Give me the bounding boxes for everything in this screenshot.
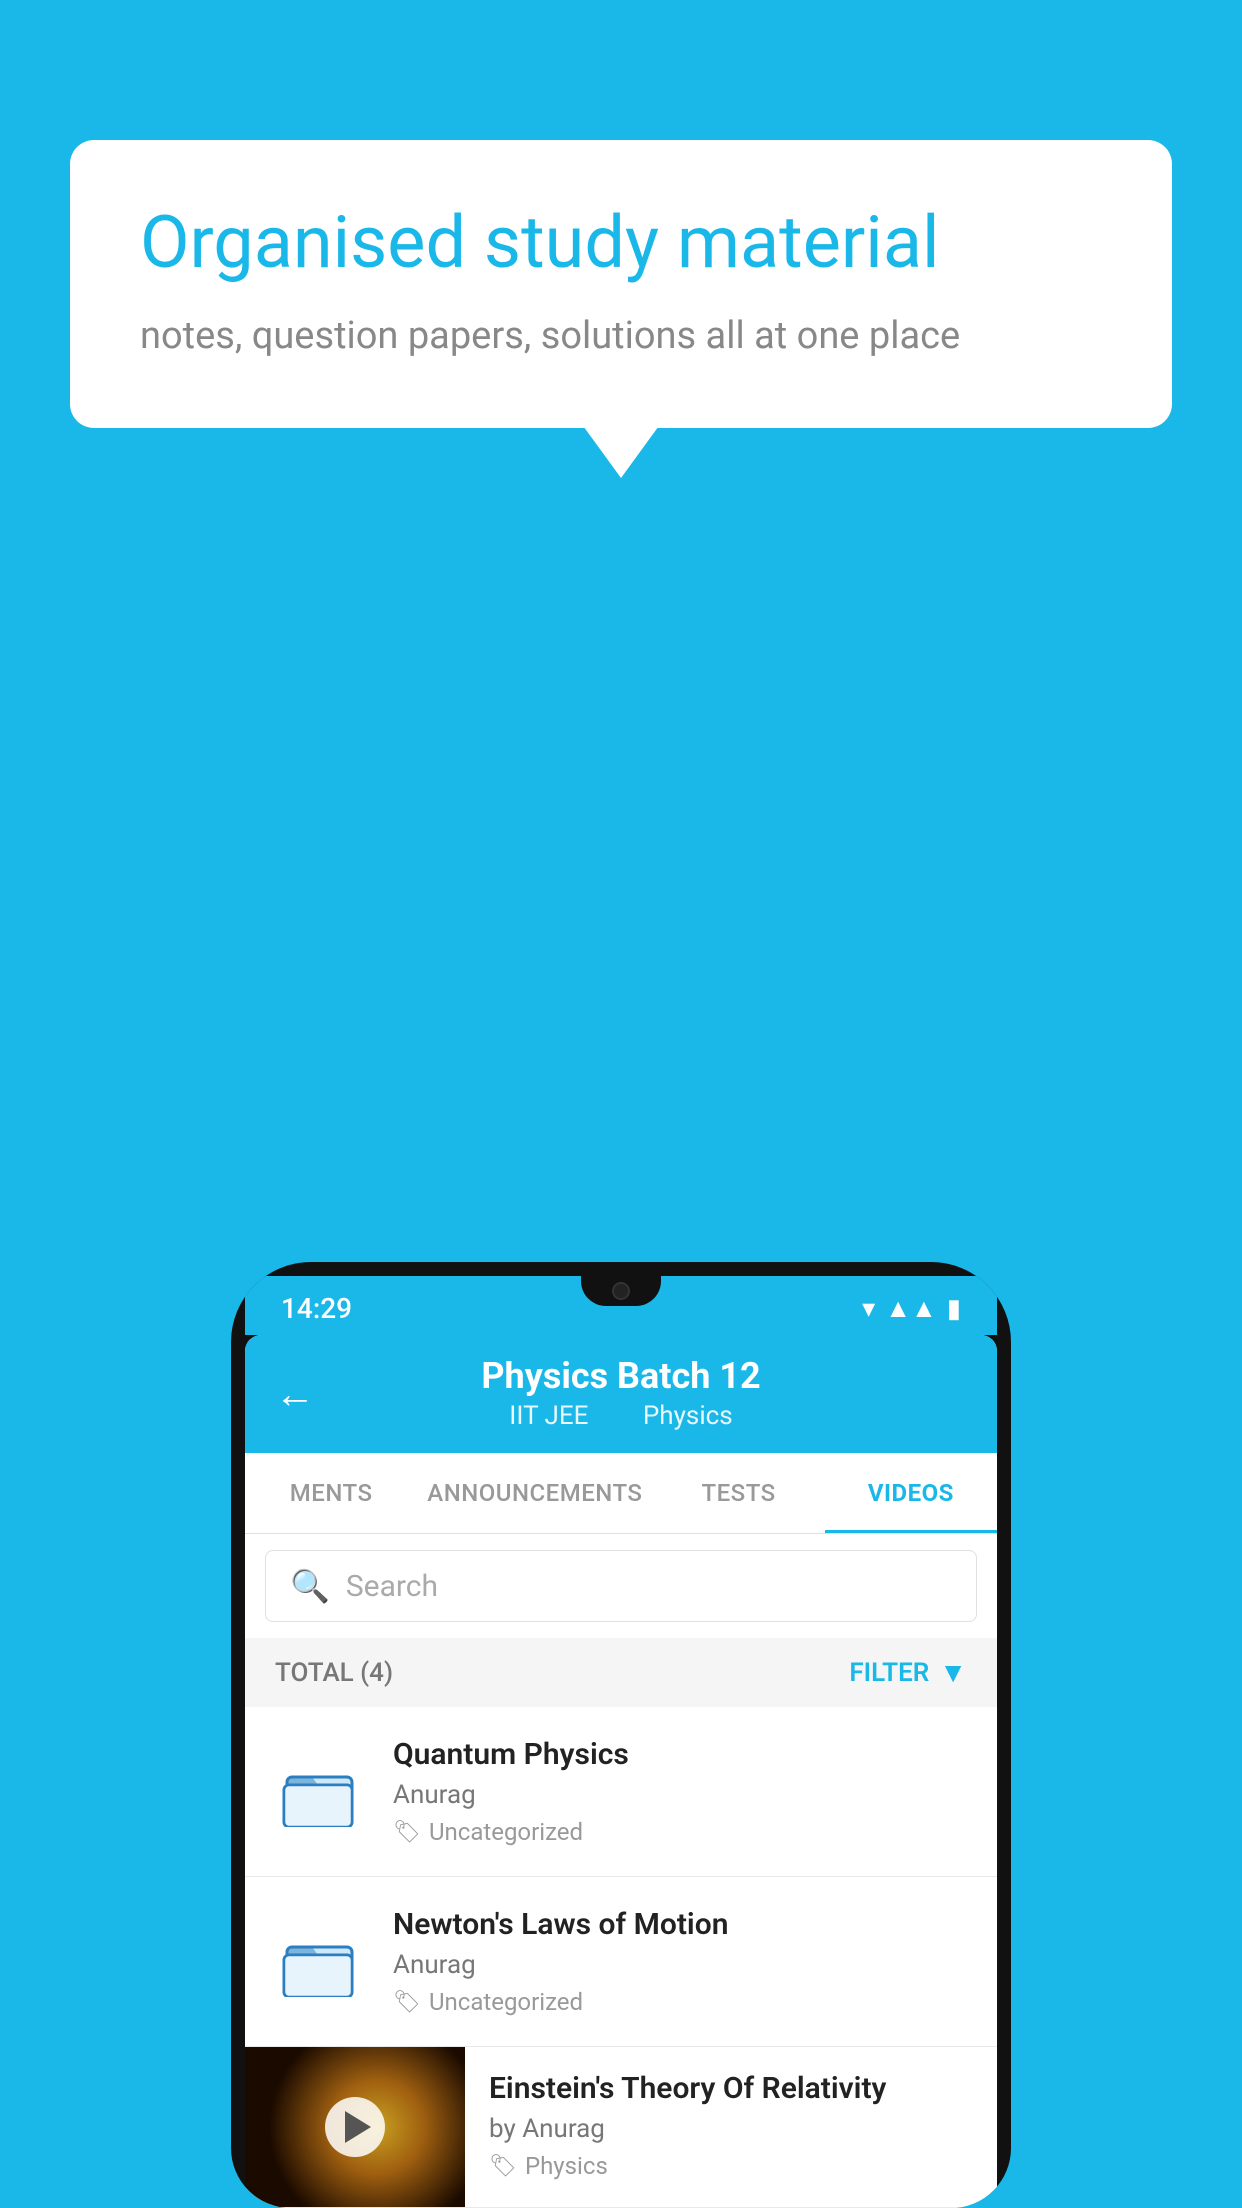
header-title: Physics Batch 12 xyxy=(275,1355,967,1397)
video-author-newton: Anurag xyxy=(393,1950,973,1980)
video-item-einstein[interactable]: Einstein's Theory Of Relativity by Anura… xyxy=(245,2047,997,2208)
video-list: Quantum Physics Anurag 🏷 Uncategorized xyxy=(245,1707,997,2208)
video-item-newton[interactable]: Newton's Laws of Motion Anurag 🏷 Uncateg… xyxy=(245,1877,997,2047)
search-placeholder: Search xyxy=(346,1569,438,1604)
video-title-einstein: Einstein's Theory Of Relativity xyxy=(489,2071,973,2106)
filter-bar: TOTAL (4) FILTER ▼ xyxy=(245,1638,997,1707)
search-container: 🔍 Search xyxy=(245,1534,997,1638)
battery-icon: ▮ xyxy=(947,1294,961,1324)
status-bar: 14:29 ▾ ▲▲ ▮ xyxy=(245,1276,997,1335)
filter-funnel-icon: ▼ xyxy=(939,1656,967,1689)
folder-icon xyxy=(282,1757,357,1827)
phone-screen: ← Physics Batch 12 IIT JEE Physics MENTS… xyxy=(245,1335,997,2208)
video-author-quantum: Anurag xyxy=(393,1780,973,1810)
video-thumbnail-einstein xyxy=(245,2047,465,2207)
phone-device: 14:29 ▾ ▲▲ ▮ ← Physics Batch 12 IIT JEE … xyxy=(231,1262,1011,2208)
filter-button[interactable]: FILTER ▼ xyxy=(849,1656,967,1689)
total-count: TOTAL (4) xyxy=(275,1658,393,1688)
back-button[interactable]: ← xyxy=(275,1371,315,1418)
play-triangle-icon xyxy=(345,2111,371,2143)
speech-bubble-container: Organised study material notes, question… xyxy=(70,140,1172,428)
video-item-quantum[interactable]: Quantum Physics Anurag 🏷 Uncategorized xyxy=(245,1707,997,1877)
phone-wrapper: 14:29 ▾ ▲▲ ▮ ← Physics Batch 12 IIT JEE … xyxy=(231,1262,1011,2208)
tab-tests[interactable]: TESTS xyxy=(652,1453,824,1533)
app-header: ← Physics Batch 12 IIT JEE Physics xyxy=(245,1335,997,1453)
search-icon: 🔍 xyxy=(290,1567,330,1605)
video-title-newton: Newton's Laws of Motion xyxy=(393,1907,973,1942)
tab-announcements[interactable]: ANNOUNCEMENTS xyxy=(417,1453,652,1533)
camera xyxy=(612,1282,630,1300)
tab-videos[interactable]: VIDEOS xyxy=(825,1453,997,1533)
search-bar[interactable]: 🔍 Search xyxy=(265,1550,977,1622)
tab-ments[interactable]: MENTS xyxy=(245,1453,417,1533)
header-subtitle: IIT JEE Physics xyxy=(275,1401,967,1431)
speech-bubble: Organised study material notes, question… xyxy=(70,140,1172,428)
video-info-newton: Newton's Laws of Motion Anurag 🏷 Uncateg… xyxy=(393,1907,973,2016)
subtitle-iit: IIT JEE xyxy=(509,1401,588,1431)
video-tag-einstein: 🏷 Physics xyxy=(489,2152,973,2180)
subtitle-physics: Physics xyxy=(643,1401,733,1431)
status-time: 14:29 xyxy=(281,1292,352,1325)
video-info-einstein: Einstein's Theory Of Relativity by Anura… xyxy=(465,2047,997,2196)
video-author-einstein: by Anurag xyxy=(489,2114,973,2144)
video-tag-quantum: 🏷 Uncategorized xyxy=(393,1818,973,1846)
play-button[interactable] xyxy=(325,2097,385,2157)
folder-icon-container xyxy=(269,1757,369,1827)
folder-icon-2 xyxy=(282,1927,357,1997)
phone-notch xyxy=(581,1276,661,1306)
tag-icon: 🏷 xyxy=(393,1820,421,1845)
tabs-bar: MENTS ANNOUNCEMENTS TESTS VIDEOS xyxy=(245,1453,997,1534)
signal-icon: ▲▲ xyxy=(885,1293,936,1324)
wifi-icon: ▾ xyxy=(862,1294,875,1324)
bubble-title: Organised study material xyxy=(140,200,1102,286)
video-tag-newton: 🏷 Uncategorized xyxy=(393,1988,973,2016)
tag-icon-3: 🏷 xyxy=(489,2154,517,2179)
tag-icon-2: 🏷 xyxy=(393,1990,421,2015)
video-title-quantum: Quantum Physics xyxy=(393,1737,973,1772)
status-icons: ▾ ▲▲ ▮ xyxy=(862,1293,961,1324)
video-info-quantum: Quantum Physics Anurag 🏷 Uncategorized xyxy=(393,1737,973,1846)
folder-icon-container-2 xyxy=(269,1927,369,1997)
bubble-subtitle: notes, question papers, solutions all at… xyxy=(140,314,1102,358)
